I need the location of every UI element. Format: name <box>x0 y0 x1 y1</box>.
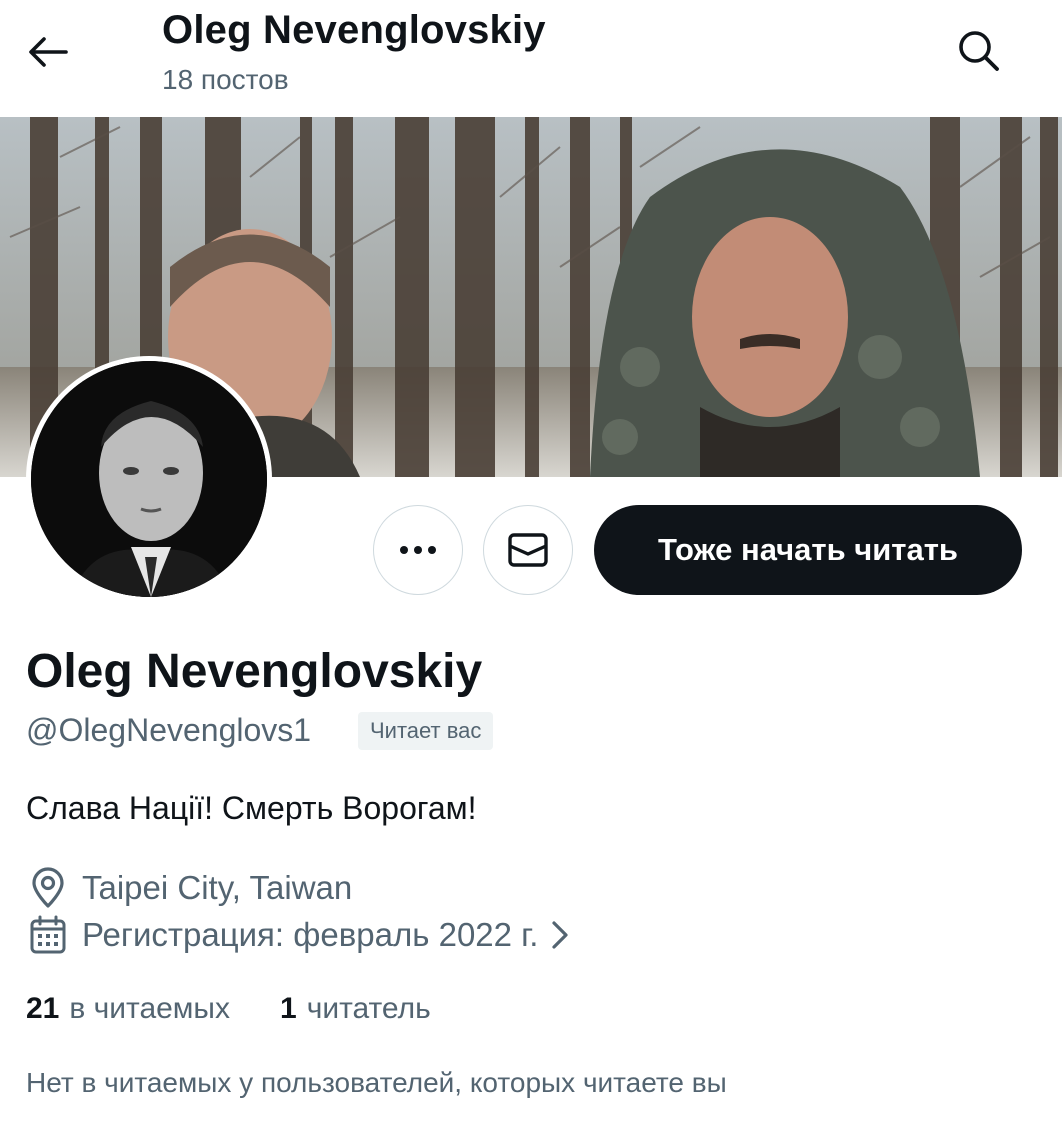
calendar-icon <box>26 913 70 957</box>
more-horizontal-icon <box>400 546 436 554</box>
mutual-followers-note: Нет в читаемых у пользователей, которых … <box>26 1067 727 1098</box>
more-button[interactable] <box>373 505 463 595</box>
follow-stats: 21 в читаемых 1 читатель <box>26 992 431 1026</box>
display-name: Oleg Nevenglovskiy <box>26 645 483 698</box>
header-title: Oleg Nevenglovskiy <box>162 8 546 52</box>
top-bar: Oleg Nevenglovskiy 18 постов <box>0 0 1062 117</box>
joined-text: Регистрация: февраль 2022 г. <box>82 916 539 953</box>
followers-count: 1 <box>280 992 297 1025</box>
user-handle: @OlegNevenglovs1 <box>26 712 312 748</box>
following-stat[interactable]: 21 в читаемых <box>26 992 230 1026</box>
follows-you-badge: Читает вас <box>358 712 494 750</box>
arrow-left-icon <box>29 37 68 67</box>
location-pin-icon <box>26 866 70 910</box>
location-text: Taipei City, Taiwan <box>82 869 353 906</box>
location-row: Taipei City, Taiwan <box>26 866 352 910</box>
followers-stat[interactable]: 1 читатель <box>280 992 431 1026</box>
back-button[interactable] <box>22 26 74 78</box>
profile-bio: Слава Нації! Смерть Ворогам! <box>26 790 477 826</box>
envelope-icon <box>508 533 548 567</box>
avatar-image <box>31 361 267 597</box>
post-count: 18 постов <box>162 64 289 95</box>
search-icon <box>959 31 999 71</box>
chevron-right-icon <box>550 920 570 950</box>
search-button[interactable] <box>950 22 1008 80</box>
followers-label: читатель <box>306 992 431 1025</box>
message-button[interactable] <box>483 505 573 595</box>
joined-row[interactable]: Регистрация: февраль 2022 г. <box>26 913 570 957</box>
avatar[interactable] <box>26 356 272 602</box>
follow-back-button[interactable]: Тоже начать читать <box>594 505 1022 595</box>
following-count: 21 <box>26 992 60 1025</box>
following-label: в читаемых <box>69 992 230 1025</box>
